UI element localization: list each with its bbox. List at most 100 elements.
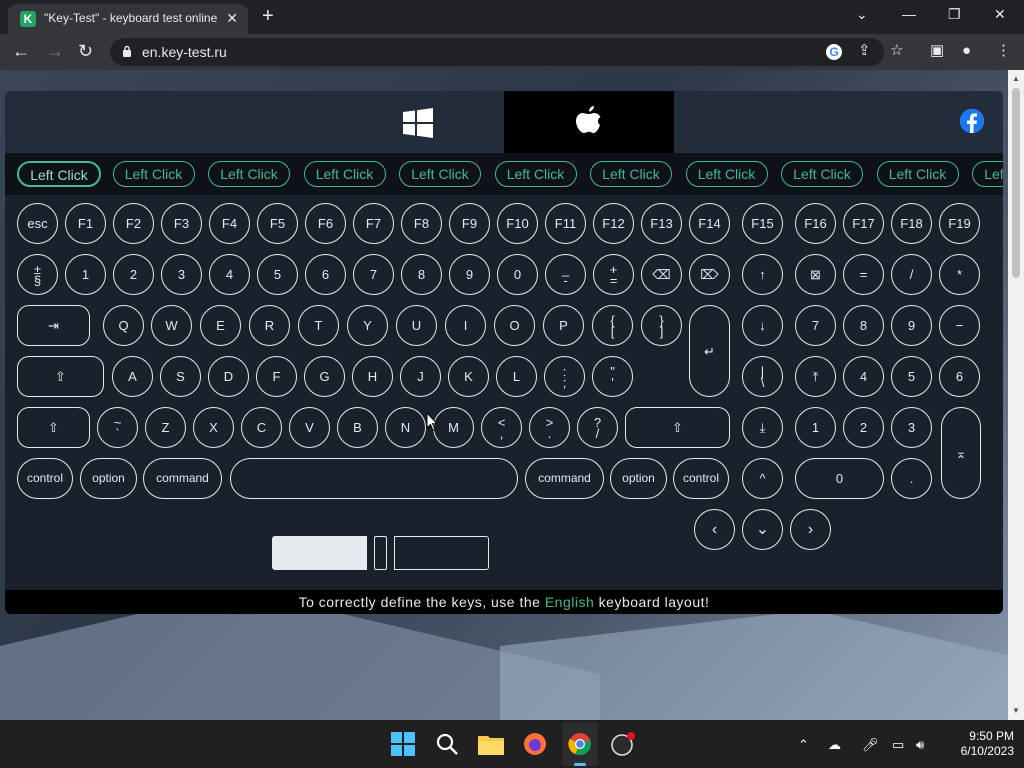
home-row-key[interactable]: 6 (939, 356, 980, 397)
tab-search-icon[interactable]: ⌄ (856, 6, 868, 23)
chrome-icon[interactable] (562, 722, 598, 766)
close-window-button[interactable]: ✕ (994, 6, 1006, 23)
qwerty-row-key[interactable]: U (396, 305, 437, 346)
shift-row-key[interactable]: < , (481, 407, 522, 448)
shift-row-key[interactable]: > . (529, 407, 570, 448)
number-row-key[interactable]: * (939, 254, 980, 295)
modifier-row-key[interactable]: control (673, 458, 729, 499)
side-panel-icon[interactable]: ▣ (930, 43, 944, 59)
page-scrollbar[interactable]: ▲ ▼ (1008, 70, 1024, 720)
number-row-key[interactable]: 9 (449, 254, 490, 295)
back-button[interactable]: ← (12, 42, 30, 60)
home-row-key[interactable]: ⇧ (17, 356, 104, 397)
google-icon[interactable]: G (826, 44, 842, 60)
f-row-key[interactable]: F5 (257, 203, 298, 244)
f-row-key[interactable]: F15 (742, 203, 783, 244)
home-row-key[interactable]: F (256, 356, 297, 397)
home-row-key[interactable]: L (496, 356, 537, 397)
shift-row-key[interactable]: V (289, 407, 330, 448)
shift-row-key[interactable]: ⇧ (625, 407, 730, 448)
number-row-key[interactable]: 2 (113, 254, 154, 295)
f-row-key[interactable]: F11 (545, 203, 586, 244)
search-icon[interactable] (433, 730, 461, 758)
shift-row-key[interactable]: ~ ` (97, 407, 138, 448)
qwerty-row-key[interactable]: { [ (592, 305, 633, 346)
number-row-key[interactable]: ⌫ (641, 254, 682, 295)
qwerty-row-key[interactable]: T (298, 305, 339, 346)
menu-icon[interactable]: ⋮ (996, 43, 1011, 59)
system-clock[interactable]: 9:50 PM 6/10/2023 (944, 729, 1014, 759)
obs-icon[interactable] (609, 730, 637, 758)
shift-row-key[interactable]: ⌅ (941, 407, 981, 499)
qwerty-row-key[interactable]: − (939, 305, 980, 346)
minimize-button[interactable]: — (902, 6, 916, 22)
f-row-key[interactable]: F2 (113, 203, 154, 244)
f-row-key[interactable]: F1 (65, 203, 106, 244)
share-icon[interactable]: ⇪ (858, 43, 871, 59)
modifier-row-key[interactable]: . (891, 458, 932, 499)
home-row-key[interactable]: J (400, 356, 441, 397)
f-row-key[interactable]: F3 (161, 203, 202, 244)
tab-close-icon[interactable]: ✕ (226, 10, 238, 27)
modifier-row-key[interactable]: control (17, 458, 73, 499)
forward-button[interactable]: → (46, 42, 64, 60)
home-row-key[interactable]: " ' (592, 356, 633, 397)
shift-row-key[interactable]: B (337, 407, 378, 448)
home-row-key[interactable]: S (160, 356, 201, 397)
f-row-key[interactable]: F4 (209, 203, 250, 244)
f-row-key[interactable]: F9 (449, 203, 490, 244)
number-row-key[interactable]: 8 (401, 254, 442, 295)
windows-icon[interactable] (403, 108, 433, 138)
home-row-key[interactable]: | \ (742, 356, 783, 397)
home-row-key[interactable]: ⤒ (795, 356, 836, 397)
arrow-left-key[interactable]: ‹ (694, 509, 735, 550)
reload-button[interactable]: ↻ (78, 42, 93, 60)
modifier-row-key[interactable] (230, 458, 518, 499)
qwerty-row-key[interactable]: P (543, 305, 584, 346)
number-row-key[interactable]: 3 (161, 254, 202, 295)
modifier-row-key[interactable]: 0 (795, 458, 884, 499)
qwerty-row-key[interactable]: E (200, 305, 241, 346)
tray-overflow-icon[interactable]: ⌃ (798, 737, 809, 753)
home-row-key[interactable]: A (112, 356, 153, 397)
number-row-key[interactable]: ⌦ (689, 254, 730, 295)
qwerty-row-key[interactable]: O (494, 305, 535, 346)
modifier-row-key[interactable]: command (525, 458, 604, 499)
shift-row-key[interactable]: ? / (577, 407, 618, 448)
home-row-key[interactable]: G (304, 356, 345, 397)
modifier-row-key[interactable]: option (610, 458, 667, 499)
qwerty-row-key[interactable]: R (249, 305, 290, 346)
number-row-key[interactable]: 5 (257, 254, 298, 295)
shift-row-key[interactable]: C (241, 407, 282, 448)
number-row-key[interactable]: / (891, 254, 932, 295)
restore-button[interactable]: ❐ (948, 6, 961, 23)
qwerty-row-key[interactable]: 8 (843, 305, 884, 346)
f-row-key[interactable]: F17 (843, 203, 884, 244)
scroll-down-icon[interactable]: ▼ (1012, 706, 1020, 715)
modifier-row-key[interactable]: ^ (742, 458, 783, 499)
browser-tab[interactable]: K "Key-Test" - keyboard test online ✕ (8, 4, 248, 34)
number-row-key[interactable]: 7 (353, 254, 394, 295)
modifier-row-key[interactable]: option (80, 458, 137, 499)
f-row-key[interactable]: F18 (891, 203, 932, 244)
number-row-key[interactable]: ↑ (742, 254, 783, 295)
profile-icon[interactable]: ● (962, 43, 971, 59)
mac-tab[interactable] (504, 91, 674, 153)
shift-row-key[interactable]: Z (145, 407, 186, 448)
new-tab-button[interactable]: + (262, 6, 274, 26)
shift-row-key[interactable]: ⤓ (742, 407, 783, 448)
f-row-key[interactable]: F7 (353, 203, 394, 244)
file-explorer-icon[interactable] (477, 730, 505, 758)
home-row-key[interactable]: 5 (891, 356, 932, 397)
number-row-key[interactable]: + = (593, 254, 634, 295)
arrow-down-key[interactable]: ⌄ (742, 509, 783, 550)
number-row-key[interactable]: 1 (65, 254, 106, 295)
qwerty-row-key[interactable]: ↵ (689, 305, 730, 397)
scrollbar-thumb[interactable] (1012, 88, 1020, 278)
qwerty-row-key[interactable]: Q (103, 305, 144, 346)
shift-row-key[interactable]: N (385, 407, 426, 448)
qwerty-row-key[interactable]: Y (347, 305, 388, 346)
facebook-icon[interactable] (960, 109, 984, 133)
shift-row-key[interactable]: 1 (795, 407, 836, 448)
microphone-icon[interactable]: 🎤︎ (862, 737, 879, 753)
